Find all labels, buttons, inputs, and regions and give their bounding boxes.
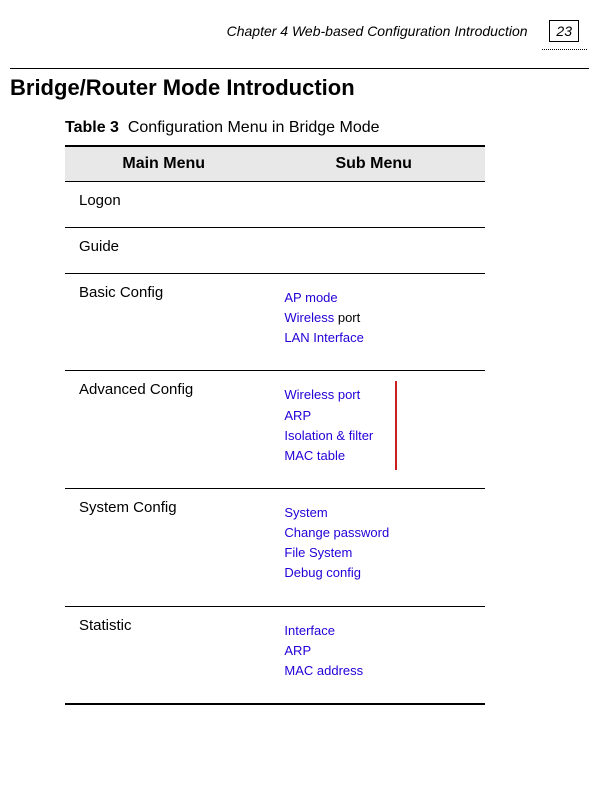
submenu-block: Wireless port ARP Isolation & filter MAC… [274,381,397,470]
page-header: Chapter 4 Web-based Configuration Introd… [10,20,589,42]
submenu-item: File System [284,543,389,563]
table-row: Basic Config AP mode Wireless port LAN I… [65,274,485,371]
submenu-item: System [284,503,389,523]
submenu-item: AP mode [284,288,364,308]
table-caption-label: Table 3 [65,119,119,136]
col-header-sub: Sub Menu [262,146,485,182]
col-header-main: Main Menu [65,146,262,182]
main-menu-cell: Guide [65,228,262,274]
table-row: Guide [65,228,485,274]
submenu-item: Debug config [284,563,389,583]
submenu-item: Isolation & filter [284,426,373,446]
table-caption: Table 3 Configuration Menu in Bridge Mod… [65,119,589,137]
submenu-item: ARP [284,406,373,426]
submenu-item: Wireless port [284,308,364,328]
submenu-item: LAN Interface [284,328,364,348]
table-row: System Config System Change password Fil… [65,488,485,606]
submenu-item: Wireless port [284,385,373,405]
header-dotted-rule [542,46,587,50]
table-row: Advanced Config Wireless port ARP Isolat… [65,371,485,489]
submenu-item: MAC table [284,446,373,466]
submenu-item: Interface [284,621,363,641]
submenu-block: AP mode Wireless port LAN Interface [274,284,370,352]
table-caption-text: Configuration Menu in Bridge Mode [128,119,380,136]
sub-menu-cell: Wireless port ARP Isolation & filter MAC… [262,371,485,489]
section-title: Bridge/Router Mode Introduction [10,75,589,101]
submenu-item: Change password [284,523,389,543]
main-menu-cell: Advanced Config [65,371,262,489]
main-menu-cell: Basic Config [65,274,262,371]
table-row: Logon [65,182,485,228]
main-menu-cell: Statistic [65,606,262,704]
submenu-item: ARP [284,641,363,661]
submenu-block: System Change password File System Debug… [274,499,395,588]
main-menu-cell: Logon [65,182,262,228]
sub-menu-cell [262,228,485,274]
chapter-name: Chapter 4 Web-based Configuration Introd… [227,23,528,39]
sub-menu-cell: AP mode Wireless port LAN Interface [262,274,485,371]
submenu-item: MAC address [284,661,363,681]
main-menu-cell: System Config [65,488,262,606]
sub-menu-cell: Interface ARP MAC address [262,606,485,704]
table-row: Statistic Interface ARP MAC address [65,606,485,704]
sub-menu-cell: System Change password File System Debug… [262,488,485,606]
section-top-rule [10,68,589,69]
config-menu-table: Main Menu Sub Menu Logon Guide Basic Con… [65,145,485,705]
submenu-block: Interface ARP MAC address [274,617,369,685]
page-number: 23 [549,20,579,42]
sub-menu-cell [262,182,485,228]
